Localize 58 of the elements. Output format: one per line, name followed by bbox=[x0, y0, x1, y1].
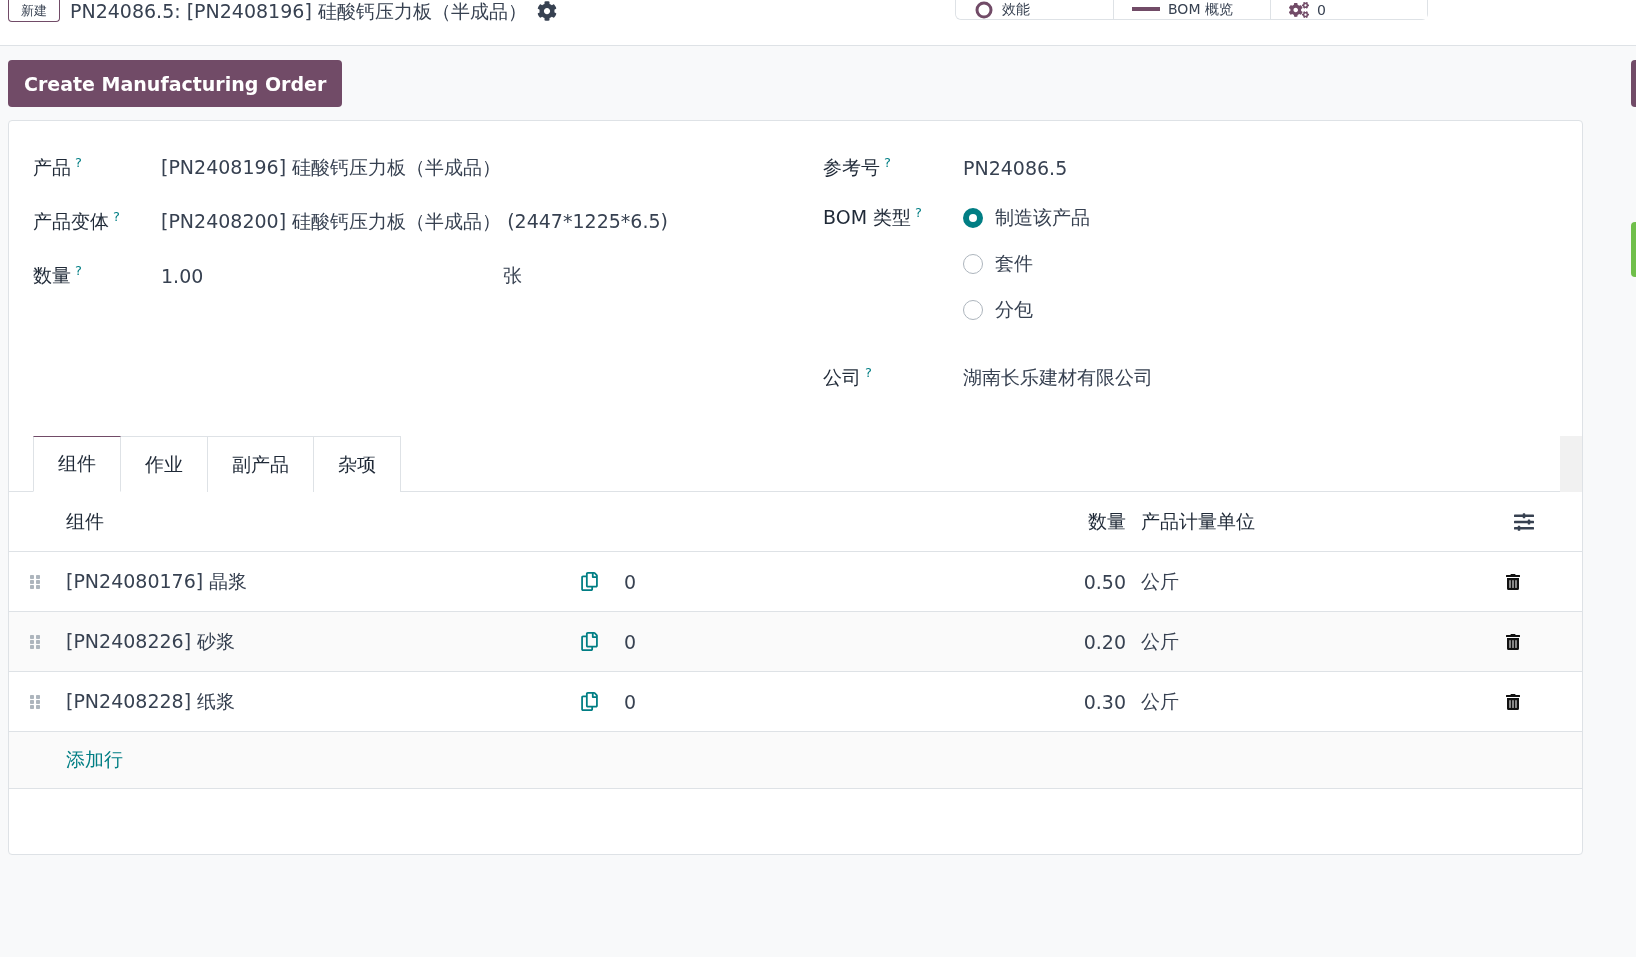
add-line-link[interactable]: 添加行 bbox=[66, 747, 123, 773]
table-cell-text: 0 bbox=[624, 630, 638, 653]
field-value[interactable]: [PN2408196] 硅酸钙压力板（半成品） bbox=[161, 155, 502, 181]
table-cell-text: 0.30 bbox=[1082, 690, 1126, 713]
radio-button[interactable] bbox=[963, 254, 983, 274]
radio-option[interactable]: 制造该产品 bbox=[963, 195, 1090, 241]
table-cell-text: [PN2408226] 砂浆 bbox=[66, 628, 237, 654]
field-value[interactable]: 1.00 bbox=[161, 265, 204, 287]
field-label: 公司 $^{?}$ bbox=[823, 364, 873, 391]
field-label: 产品 $^{?}$ bbox=[33, 154, 83, 181]
settings-icon[interactable] bbox=[1514, 511, 1534, 532]
unit-value[interactable]: 张 bbox=[503, 263, 523, 289]
table-cell-text: 0 bbox=[624, 570, 638, 593]
tab[interactable]: 杂项 bbox=[314, 436, 401, 492]
radio-option[interactable]: 分包 bbox=[963, 287, 1090, 333]
table-cell-text: 0.50 bbox=[1082, 570, 1126, 593]
field-label: BOM 类型 $^{?}$ bbox=[823, 203, 923, 231]
bar-icon bbox=[1132, 6, 1160, 13]
table-cell-text: 0 bbox=[624, 690, 638, 713]
field-value[interactable]: [PN2408200] 硅酸钙压力板（半成品） (2447*1225*6.5) bbox=[161, 209, 668, 235]
drag-handle-icon[interactable] bbox=[27, 693, 43, 710]
field-label: 数量 $^{?}$ bbox=[33, 262, 83, 289]
scrollbar[interactable] bbox=[1560, 436, 1582, 492]
tab[interactable]: 副产品 bbox=[208, 436, 314, 492]
table-cell-text: 公斤 bbox=[1141, 688, 1180, 714]
smart-button[interactable]: 0 bbox=[1270, 0, 1427, 19]
field-label: 参考号 $^{?}$ bbox=[823, 154, 892, 181]
field-label: 产品变体 $^{?}$ bbox=[33, 208, 121, 235]
field-value[interactable]: 湖南长乐建材有限公司 bbox=[963, 365, 1153, 391]
column-header: 产品计量单位 bbox=[1141, 508, 1256, 534]
create-order-button[interactable]: Create Manufacturing Order bbox=[8, 60, 343, 107]
delete-icon[interactable] bbox=[1505, 573, 1521, 590]
table-cell-text: [PN2408228] 纸浆 bbox=[66, 688, 237, 714]
copy-icon[interactable] bbox=[580, 572, 599, 591]
gears-icon bbox=[1289, 0, 1309, 20]
copy-icon[interactable] bbox=[580, 632, 599, 651]
radio-option[interactable]: 套件 bbox=[963, 241, 1090, 287]
tab[interactable]: 作业 bbox=[121, 436, 208, 492]
table-cell-text: 公斤 bbox=[1141, 568, 1180, 594]
drag-handle-icon[interactable] bbox=[27, 633, 43, 650]
record-title: PN24086.5: [PN2408196] 硅酸钙压力板（半成品） bbox=[70, 0, 527, 22]
table-cell-text: 公斤 bbox=[1141, 628, 1180, 654]
new-button[interactable]: 新建 bbox=[8, 0, 60, 22]
field-value[interactable]: PN24086.5 bbox=[963, 157, 1068, 179]
column-header: 数量 bbox=[1087, 508, 1126, 534]
table-cell-text: 0.20 bbox=[1082, 630, 1126, 653]
delete-icon[interactable] bbox=[1505, 693, 1521, 710]
settings-icon[interactable] bbox=[536, 1, 557, 21]
radio-button[interactable] bbox=[963, 300, 983, 320]
radio-button[interactable] bbox=[963, 208, 983, 228]
drag-handle-icon[interactable] bbox=[27, 573, 43, 590]
column-header: 组件 bbox=[66, 508, 105, 534]
delete-icon[interactable] bbox=[1505, 633, 1521, 650]
tab[interactable]: 组件 bbox=[33, 436, 121, 492]
side-tab[interactable] bbox=[1631, 60, 1636, 107]
table-cell-text: [PN24080176] 晶浆 bbox=[66, 568, 249, 594]
circle-icon bbox=[974, 0, 994, 20]
copy-icon[interactable] bbox=[580, 692, 599, 711]
